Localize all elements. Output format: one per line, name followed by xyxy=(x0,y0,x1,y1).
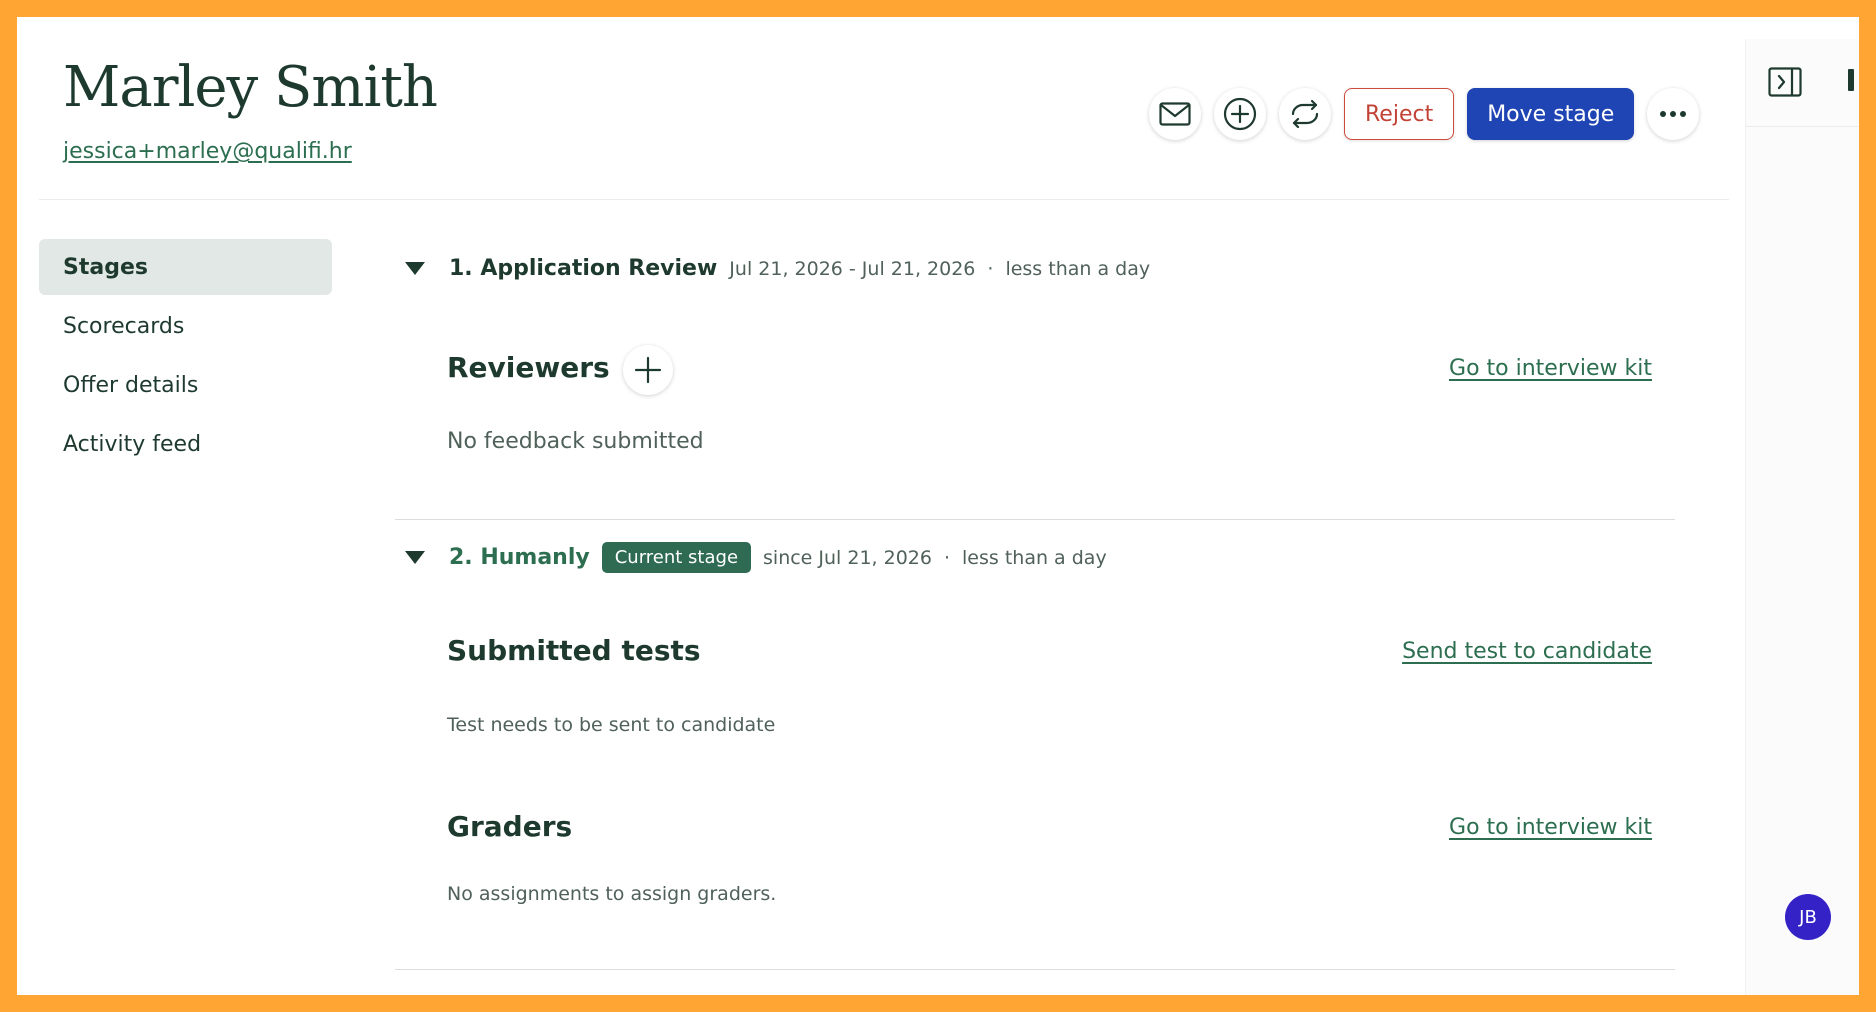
collapse-triangle-icon[interactable] xyxy=(405,262,425,275)
candidate-email-link[interactable]: jessica+marley@qualifi.hr xyxy=(63,139,352,164)
add-reviewer-button[interactable] xyxy=(623,345,673,395)
stage-2-duration: less than a day xyxy=(962,546,1107,569)
go-to-interview-kit-link[interactable]: Go to interview kit xyxy=(1449,356,1652,381)
refresh-button[interactable] xyxy=(1279,88,1331,140)
graders-status-text: No assignments to assign graders. xyxy=(447,883,777,905)
stage-2-dates: since Jul 21, 2026 xyxy=(763,546,932,569)
stage-divider xyxy=(395,519,1675,520)
stage-2-title: 2. Humanly xyxy=(449,545,590,570)
left-nav: Stages Scorecards Offer details Activity… xyxy=(39,239,332,475)
send-test-link[interactable]: Send test to candidate xyxy=(1402,639,1652,664)
meta-separator: · xyxy=(943,546,951,569)
reviewers-title: Reviewers xyxy=(447,351,610,384)
tests-status-text: Test needs to be sent to candidate xyxy=(447,714,776,736)
feedback-status-text: No feedback submitted xyxy=(447,429,704,454)
move-stage-button[interactable]: Move stage xyxy=(1467,88,1635,140)
nav-item-activity-feed[interactable]: Activity feed xyxy=(39,416,332,472)
stage-1-title: 1. Application Review xyxy=(449,256,718,281)
right-panel-header xyxy=(1746,39,1859,127)
nav-item-stages[interactable]: Stages xyxy=(39,239,332,295)
candidate-name: Marley Smith xyxy=(63,55,438,120)
right-side-panel xyxy=(1745,39,1859,995)
plus-circle-icon xyxy=(1223,97,1257,131)
header-divider xyxy=(39,199,1729,200)
app-frame: Marley Smith jessica+marley@qualifi.hr R… xyxy=(17,17,1859,995)
stage-1-header: 1. Application Review Jul 21, 2026 - Jul… xyxy=(405,256,1150,281)
stage-1-duration: less than a day xyxy=(1005,257,1151,280)
more-horizontal-icon xyxy=(1660,111,1687,117)
more-button[interactable] xyxy=(1647,88,1700,140)
nav-item-offer-details[interactable]: Offer details xyxy=(39,357,332,413)
stage-1-dates: Jul 21, 2026 - Jul 21, 2026 xyxy=(729,257,976,280)
reject-button[interactable]: Reject xyxy=(1344,88,1455,140)
add-button[interactable] xyxy=(1214,88,1266,140)
plus-icon xyxy=(634,356,662,384)
stage-divider xyxy=(395,969,1675,970)
email-button[interactable] xyxy=(1149,88,1201,140)
mail-icon xyxy=(1159,102,1191,126)
panel-toggle-icon[interactable] xyxy=(1768,67,1802,97)
panel-peek xyxy=(1848,69,1854,91)
collapse-triangle-icon[interactable] xyxy=(405,551,425,564)
meta-separator: · xyxy=(987,257,994,280)
stage-2-header: 2. Humanly Current stage since Jul 21, 2… xyxy=(405,542,1107,573)
nav-item-scorecards[interactable]: Scorecards xyxy=(39,298,332,354)
submitted-tests-title: Submitted tests xyxy=(447,634,701,667)
graders-title: Graders xyxy=(447,810,573,843)
current-stage-badge: Current stage xyxy=(601,542,752,573)
go-to-interview-kit-link[interactable]: Go to interview kit xyxy=(1449,815,1652,840)
header-actions: Reject Move stage xyxy=(1149,87,1700,141)
refresh-icon xyxy=(1291,99,1319,129)
user-avatar[interactable]: JB xyxy=(1785,894,1831,940)
